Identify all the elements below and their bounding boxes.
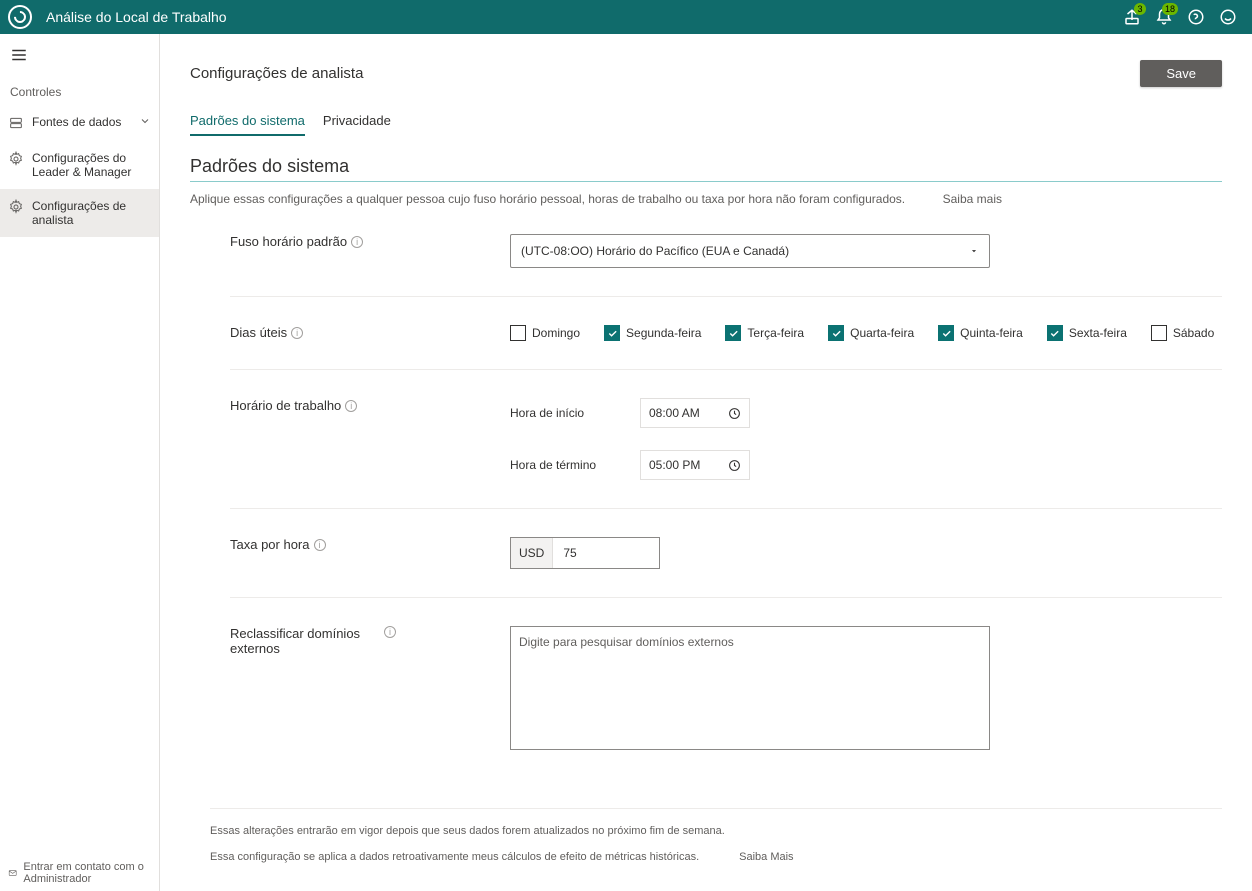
day-label: Segunda-feira — [626, 326, 701, 340]
main-content: Configurações de analista Save Padrões d… — [160, 34, 1252, 891]
day-checkbox[interactable]: Quarta-feira — [828, 325, 914, 341]
info-icon[interactable]: i — [384, 626, 396, 638]
end-time-input[interactable]: 05:00 PM — [640, 450, 750, 480]
external-domains-input[interactable]: Digite para pesquisar domínios externos — [510, 626, 990, 750]
smile-icon — [1219, 8, 1237, 26]
chevron-down-icon — [139, 115, 151, 127]
footer-note-1: Essas alterações entrarão em vigor depoi… — [210, 825, 725, 837]
day-label: Domingo — [532, 326, 580, 340]
sidebar-item-analyst-settings[interactable]: Configurações de analista — [0, 189, 159, 237]
day-label: Quinta-feira — [960, 326, 1023, 340]
chevron-down-icon — [969, 246, 979, 256]
row-working-days: Dias úteis i Domingo Segunda-feira Terça-f… — [230, 297, 1222, 370]
sidebar-footer[interactable]: Entrar em contato com o Administrador — [0, 855, 159, 891]
clock-icon — [728, 459, 741, 472]
sidebar-item-label: Fontes de dados — [32, 115, 131, 129]
sidebar: Controles Fontes de dados Configurações … — [0, 34, 160, 891]
checkbox-checked-icon — [604, 325, 620, 341]
day-label: Sexta-feira — [1069, 326, 1127, 340]
checkbox-icon — [510, 325, 526, 341]
sidebar-item-label: Configurações de analista — [32, 199, 151, 227]
app-logo-icon — [8, 5, 32, 29]
timezone-value: (UTC-08:OO) Horário do Pacífico (EUA e C… — [521, 244, 789, 258]
app-title: Análise do Local de Trabalho — [46, 9, 227, 25]
database-icon — [8, 115, 24, 131]
info-icon[interactable]: i — [291, 327, 303, 339]
sidebar-item-data-sources[interactable]: Fontes de dados — [0, 105, 159, 141]
sidebar-footer-label: Entrar em contato com o Administrador — [23, 861, 151, 885]
gear-icon — [8, 199, 24, 215]
day-checkbox[interactable]: Segunda-feira — [604, 325, 701, 341]
checkbox-icon — [1151, 325, 1167, 341]
sidebar-toggle[interactable] — [0, 34, 159, 79]
gear-icon — [8, 151, 24, 167]
row-hourly-rate: Taxa por hora i USD 75 — [230, 509, 1222, 598]
day-label: Sábado — [1173, 326, 1214, 340]
footer-notes: Essas alterações entrarão em vigor depoi… — [210, 808, 1222, 863]
checkbox-checked-icon — [725, 325, 741, 341]
day-checkbox[interactable]: Terça-feira — [725, 325, 804, 341]
share-button[interactable]: 3 — [1116, 0, 1148, 34]
external-domains-placeholder: Digite para pesquisar domínios externos — [519, 635, 734, 649]
section-heading: Padrões do sistema — [190, 156, 1222, 182]
checkbox-checked-icon — [1047, 325, 1063, 341]
feedback-button[interactable] — [1212, 0, 1244, 34]
start-time-input[interactable]: 08:00 AM — [640, 398, 750, 428]
row-timezone: Fuso horário padrão i (UTC-08:OO) Horári… — [230, 206, 1222, 297]
timezone-label: Fuso horário padrão — [230, 234, 347, 249]
sidebar-item-leader-manager[interactable]: Configurações do Leader & Manager — [0, 141, 159, 189]
hourly-rate-label: Taxa por hora — [230, 537, 310, 552]
topbar: Análise do Local de Trabalho 3 18 — [0, 0, 1252, 34]
day-label: Quarta-feira — [850, 326, 914, 340]
working-hours-label: Horário de trabalho — [230, 398, 341, 413]
hamburger-icon — [10, 46, 28, 64]
info-icon[interactable]: i — [351, 236, 363, 248]
page-title: Configurações de analista — [190, 65, 363, 82]
checkbox-checked-icon — [938, 325, 954, 341]
rate-value: 75 — [553, 546, 586, 560]
sidebar-section-label: Controles — [0, 79, 159, 105]
help-button[interactable] — [1180, 0, 1212, 34]
notifications-button[interactable]: 18 — [1148, 0, 1180, 34]
hourly-rate-input[interactable]: USD 75 — [510, 537, 660, 569]
section-help-text: Aplique essas configurações a qualquer p… — [190, 192, 905, 206]
end-time-label: Hora de término — [510, 458, 620, 472]
tabs: Padrões do sistema Privacidade — [190, 109, 1222, 136]
sidebar-item-label: Configurações do Leader & Manager — [32, 151, 151, 179]
row-external-domains: Reclassificar domínios externos i Digite… — [230, 598, 1222, 778]
info-icon[interactable]: i — [314, 539, 326, 551]
save-button[interactable]: Save — [1140, 60, 1222, 87]
clock-icon — [728, 407, 741, 420]
question-icon — [1187, 8, 1205, 26]
row-working-hours: Horário de trabalho i Hora de início 08:… — [230, 370, 1222, 509]
tab-system-defaults[interactable]: Padrões do sistema — [190, 109, 305, 136]
timezone-select[interactable]: (UTC-08:OO) Horário do Pacífico (EUA e C… — [510, 234, 990, 268]
currency-label: USD — [511, 538, 553, 568]
mail-icon — [8, 866, 17, 880]
learn-more-link[interactable]: Saiba mais — [943, 192, 1222, 206]
checkbox-checked-icon — [828, 325, 844, 341]
day-checkbox[interactable]: Sexta-feira — [1047, 325, 1127, 341]
external-domains-label: Reclassificar domínios externos — [230, 626, 380, 656]
share-badge: 3 — [1134, 3, 1146, 15]
working-days-label: Dias úteis — [230, 325, 287, 340]
end-time-value: 05:00 PM — [649, 458, 700, 472]
footer-learn-more-link[interactable]: Saiba Mais — [739, 851, 793, 863]
day-checkbox[interactable]: Domingo — [510, 325, 580, 341]
day-checkbox[interactable]: Quinta-feira — [938, 325, 1023, 341]
day-label: Terça-feira — [747, 326, 804, 340]
footer-note-2: Essa configuração se aplica a dados retr… — [210, 851, 699, 863]
bell-badge: 18 — [1162, 3, 1178, 15]
start-time-label: Hora de início — [510, 406, 620, 420]
tab-privacy[interactable]: Privacidade — [323, 109, 391, 136]
info-icon[interactable]: i — [345, 400, 357, 412]
day-checkbox[interactable]: Sábado — [1151, 325, 1214, 341]
start-time-value: 08:00 AM — [649, 406, 700, 420]
